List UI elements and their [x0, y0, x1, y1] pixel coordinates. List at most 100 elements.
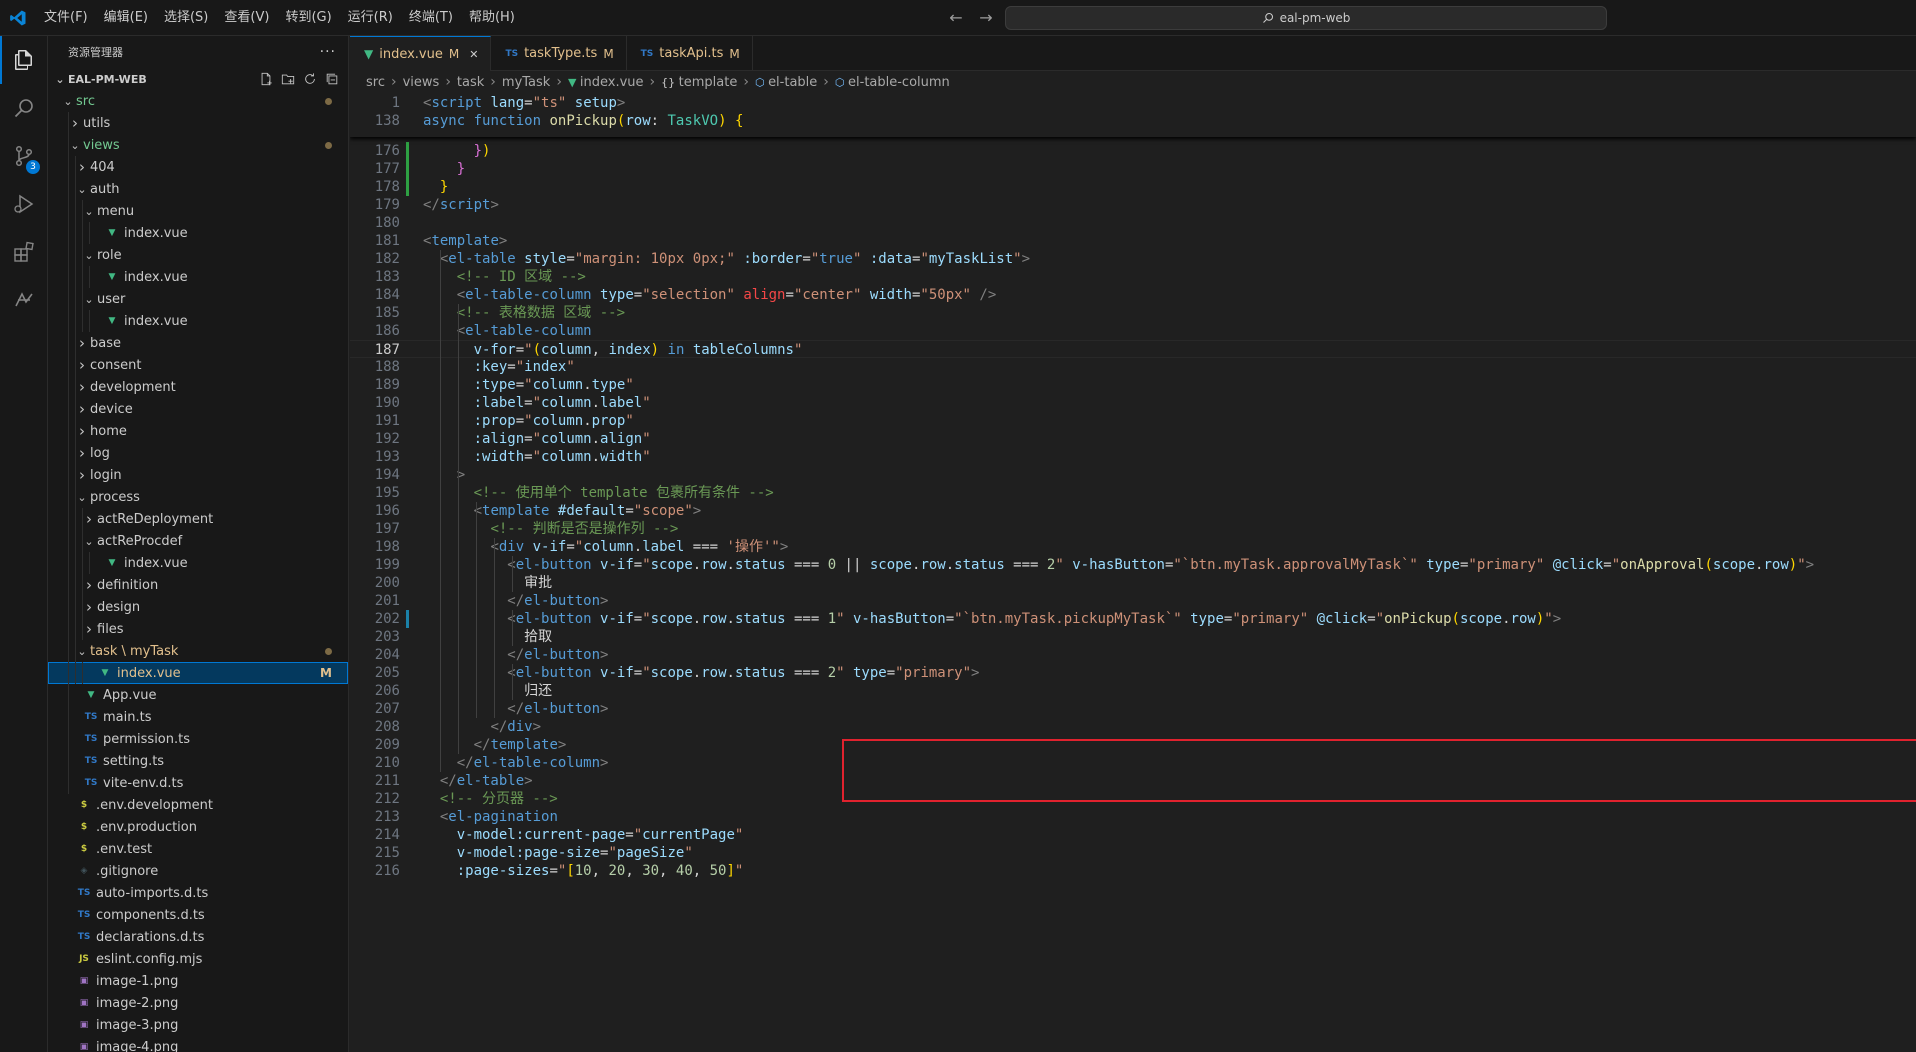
file-item[interactable]: $ .env.production [48, 816, 348, 838]
source-control-icon[interactable]: 3 [0, 132, 48, 180]
close-icon[interactable]: ✕ [469, 48, 478, 61]
collapse-all-icon[interactable] [324, 71, 340, 87]
breadcrumb-item[interactable]: ⬡ el-table-column [835, 75, 950, 90]
folder-item[interactable]: › log [48, 442, 348, 464]
file-item[interactable]: ▣ image-4.png [48, 1036, 348, 1052]
code-token: > [532, 719, 542, 735]
menu-item[interactable]: 帮助(H) [461, 0, 523, 36]
editor-tab[interactable]: ▼ index.vue M ✕ [350, 36, 492, 71]
file-item[interactable]: TS setting.ts [48, 750, 348, 772]
file-item[interactable]: ▼ index.vue [48, 310, 348, 332]
extensions-icon[interactable] [0, 228, 48, 276]
folder-item[interactable]: ⌄ actReProcdef [48, 530, 348, 552]
breadcrumb-item[interactable]: views [403, 75, 440, 90]
file-item[interactable]: ▼ index.vue M [48, 662, 348, 684]
file-item[interactable]: $ .env.test [48, 838, 348, 860]
search-icon[interactable] [0, 84, 48, 132]
folder-item[interactable]: ⌄ src [48, 90, 348, 112]
code-token: align [600, 431, 643, 447]
menu-item[interactable]: 运行(R) [340, 0, 401, 36]
folder-item[interactable]: › device [48, 398, 348, 420]
indent-guide [75, 530, 76, 552]
folder-item[interactable]: ⌄ process [48, 486, 348, 508]
folder-item[interactable]: ⌄ auth [48, 178, 348, 200]
file-item[interactable]: ▣ image-2.png [48, 992, 348, 1014]
menu-item[interactable]: 选择(S) [156, 0, 216, 36]
file-item[interactable]: $ .env.development [48, 794, 348, 816]
code-token: status [734, 611, 786, 627]
breadcrumb-item[interactable]: ▼ index.vue [568, 75, 644, 90]
file-item[interactable]: ▣ image-3.png [48, 1014, 348, 1036]
code-token: el-table-column [465, 323, 592, 339]
file-item[interactable]: ▣ image-1.png [48, 970, 348, 992]
vscode-logo-icon [0, 0, 36, 36]
tree-item-label: main.ts [103, 709, 152, 725]
file-item[interactable]: ▼ index.vue [48, 266, 348, 288]
more-actions-icon[interactable]: ··· [320, 44, 336, 60]
editor-tab[interactable]: TS taskType.ts M [491, 36, 627, 71]
folder-item[interactable]: › home [48, 420, 348, 442]
project-root[interactable]: ⌄ EAL-PM-WEB [48, 68, 348, 90]
file-item[interactable]: ▼ index.vue [48, 222, 348, 244]
code-token: row [920, 557, 946, 573]
tab-modified-badge: M [603, 46, 614, 61]
run-debug-icon[interactable] [0, 180, 48, 228]
folder-item[interactable]: ⌄ task \ myTask [48, 640, 348, 662]
code-token: <!-- 判断是否是操作列 --> [490, 521, 679, 537]
code-token: ] [726, 863, 735, 879]
tree-item-label: menu [97, 203, 135, 219]
menu-item[interactable]: 终端(T) [401, 0, 461, 36]
folder-item[interactable]: ⌄ user [48, 288, 348, 310]
explorer-icon[interactable] [0, 36, 48, 84]
file-item[interactable]: TS declarations.d.ts [48, 926, 348, 948]
file-item[interactable]: TS main.ts [48, 706, 348, 728]
command-center-search[interactable]: eal-pm-web [1005, 6, 1607, 30]
code-editor[interactable]: 1 <script lang="ts" setup> 138 async functi… [350, 93, 1916, 1052]
folder-item[interactable]: › base [48, 332, 348, 354]
tree-item-label: index.vue [124, 269, 188, 285]
file-item[interactable]: TS vite-env.d.ts [48, 772, 348, 794]
folder-item[interactable]: › login [48, 464, 348, 486]
file-item[interactable]: TS components.d.ts [48, 904, 348, 926]
menu-item[interactable]: 编辑(E) [96, 0, 156, 36]
file-item[interactable]: ◈ .gitignore [48, 860, 348, 882]
code-token: = [785, 287, 794, 303]
sidebar-header: 资源管理器 ··· [48, 36, 348, 68]
code-token: ( [1704, 557, 1713, 573]
folder-item[interactable]: › files [48, 618, 348, 640]
file-item[interactable]: TS permission.ts [48, 728, 348, 750]
back-arrow-icon[interactable]: ← [946, 8, 966, 28]
menu-item[interactable]: 查看(V) [216, 0, 277, 36]
editor-tab[interactable]: TS taskApi.ts M [627, 36, 753, 71]
new-file-icon[interactable] [258, 71, 274, 87]
folder-item[interactable]: ⌄ role [48, 244, 348, 266]
file-item[interactable]: TS auto-imports.d.ts [48, 882, 348, 904]
menu-item[interactable]: 转到(G) [277, 0, 339, 36]
new-folder-icon[interactable] [280, 71, 296, 87]
folder-item[interactable]: › design [48, 596, 348, 618]
menu-item[interactable]: 文件(F) [36, 0, 96, 36]
breadcrumb-item[interactable]: {} template [661, 75, 737, 90]
breadcrumb-item[interactable]: task [457, 75, 484, 90]
folder-item[interactable]: › development [48, 376, 348, 398]
folder-item[interactable]: ⌄ views [48, 134, 348, 156]
chevron-down-icon: ⌄ [77, 490, 87, 504]
breadcrumb-item[interactable]: ⬡ el-table [755, 75, 817, 90]
forward-arrow-icon[interactable]: → [976, 8, 996, 28]
code-token: > [779, 539, 789, 555]
folder-item[interactable]: › actReDeployment [48, 508, 348, 530]
refresh-icon[interactable] [302, 71, 318, 87]
breadcrumb-label: views [402, 74, 440, 90]
folder-item[interactable]: ⌄ menu [48, 200, 348, 222]
file-item[interactable]: JS eslint.config.mjs [48, 948, 348, 970]
folder-item[interactable]: › consent [48, 354, 348, 376]
folder-item[interactable]: › definition [48, 574, 348, 596]
folder-item[interactable]: › utils [48, 112, 348, 134]
remote-explorer-icon[interactable] [0, 276, 48, 324]
file-item[interactable]: ▼ index.vue [48, 552, 348, 574]
breadcrumb-item[interactable]: myTask [502, 75, 550, 90]
breadcrumb-item[interactable]: src [366, 75, 385, 90]
file-item[interactable]: ▼ App.vue [48, 684, 348, 706]
folder-item[interactable]: › 404 [48, 156, 348, 178]
